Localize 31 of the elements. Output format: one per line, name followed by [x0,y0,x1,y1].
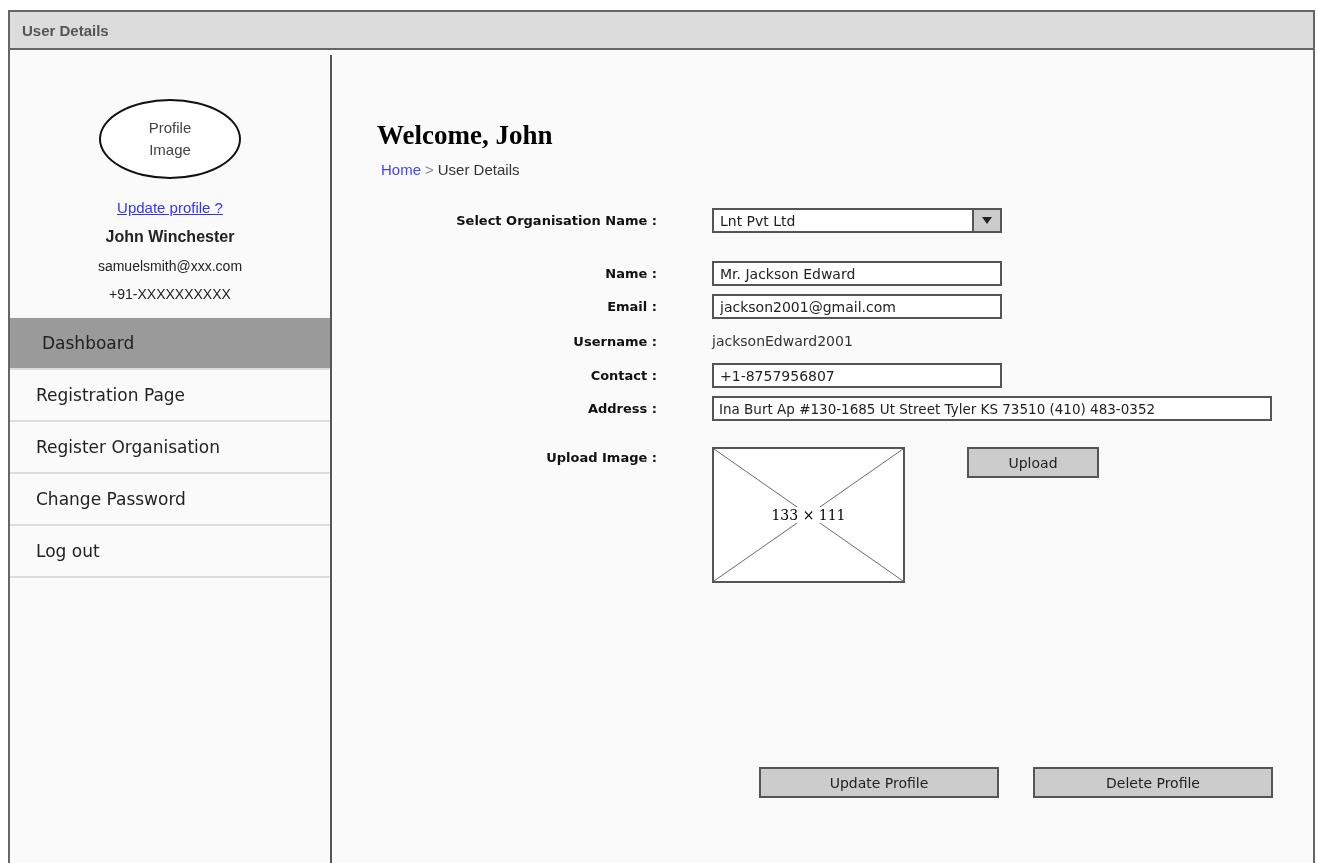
field-label: Contact : [590,368,657,383]
field-label: Address : [587,401,657,416]
field-label: Username : [573,333,657,349]
breadcrumb-separator: > [425,161,434,178]
field-label: Name : [605,266,657,281]
text-field[interactable]: Mr. Jackson Edward [712,261,1002,286]
user-name: John Winchester [105,228,235,246]
field-label: Email : [607,299,657,314]
sidebar-item[interactable]: Change Password [10,474,330,526]
breadcrumb-link[interactable]: Home [381,161,421,178]
action-button[interactable]: Delete Profile [1033,767,1273,798]
user-email: samuelsmith@xxx.com [97,258,243,274]
sidebar-item[interactable]: Register Organisation [10,422,330,474]
avatar-label: Profile Image [147,118,193,160]
field-label: Select Organisation Name : [456,213,657,228]
sidebar-item[interactable]: Registration Page [10,370,330,422]
user-phone: +91-XXXXXXXXXX [109,286,231,302]
text-field[interactable]: jackson2001@gmail.com [712,294,1002,319]
field-value: jacksonEdward2001 [712,333,853,349]
sidebar-item[interactable]: Log out [10,526,330,578]
field-label: Upload Image : [546,450,657,465]
window-title: User Details [10,12,1313,50]
page-heading: Welcome, John [377,120,554,151]
breadcrumb-current: User Details [437,161,520,178]
text-field[interactable]: Ina Burt Ap #130-1685 Ut Street Tyler KS 73510 (410) 483-0352 [712,396,1272,421]
organisation-select[interactable]: Lnt Pvt Ltd [712,208,1002,233]
update-profile-link[interactable]: Update profile ? [117,199,223,216]
sidebar-item[interactable]: Dashboard [10,318,330,370]
text-field[interactable]: +1-8757956807 [712,363,1002,388]
upload-button[interactable]: Upload [967,447,1099,478]
action-button[interactable]: Update Profile [759,767,999,798]
